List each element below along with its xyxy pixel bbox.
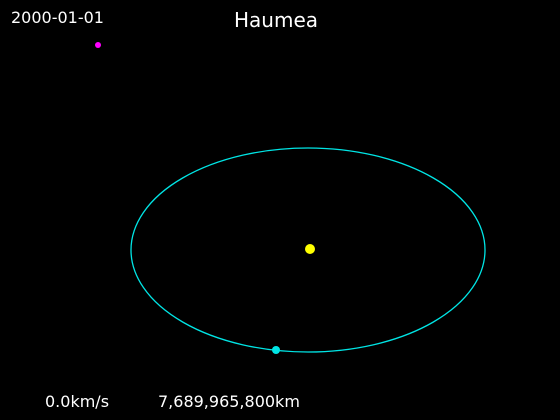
orbit-scene xyxy=(95,42,486,354)
speed-readout: 0.0km/s xyxy=(45,392,110,411)
distance-readout: 7,689,965,800km xyxy=(158,392,300,411)
sun-marker xyxy=(305,244,315,254)
haumea-marker xyxy=(272,346,280,354)
reference-dot xyxy=(95,42,101,48)
